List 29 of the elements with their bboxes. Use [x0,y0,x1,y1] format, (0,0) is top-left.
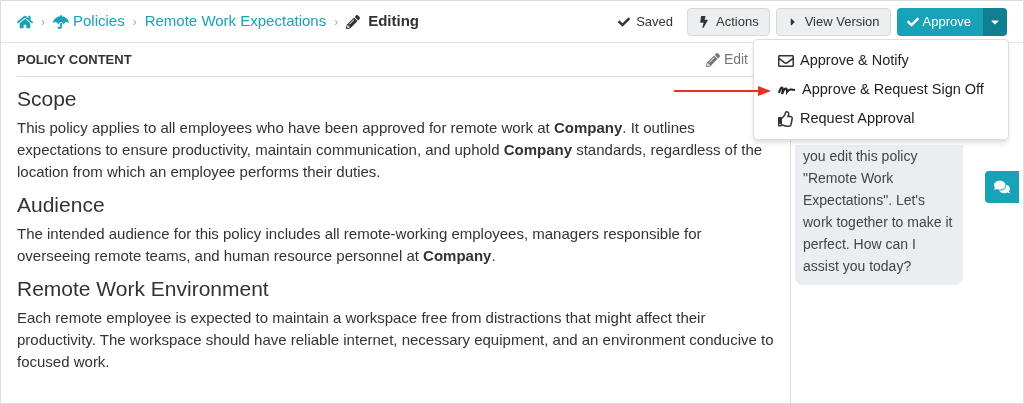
bolt-icon [698,15,710,28]
check-icon [618,15,631,28]
check-icon [906,15,919,28]
dropdown-toggle[interactable] [983,7,1007,36]
breadcrumb-separator: › [41,13,45,30]
pencil-icon [346,14,361,29]
chat-message: you edit this policy "Remote Work Expectations". Let's work together to make it perfect. How can I assist you today? [795,145,963,285]
thumbs-up-icon [778,110,794,127]
panel-title: POLICY CONTENT [17,50,132,69]
menu-item[interactable]: Approve & Request Sign Off [754,75,1008,104]
saved-status: Saved [636,12,673,31]
section-paragraph: Each remote employee is expected to maintain a workspace free from distractions that might affect their productivity. The workspace should have reliable internet, necessary equipment, and an environment conducive to focused work. [17,308,774,372]
breadcrumb-separator: › [132,13,137,30]
actions-button[interactable]: Actions [687,7,770,36]
section-paragraph: The intended audience for this policy includes all remote-working employees, managers responsible for overseeing remote teams, and human resource personnel at Company. [17,224,703,266]
menu-item[interactable]: Approve & Notify [754,46,1008,75]
umbrella-icon [53,13,69,30]
section-heading: Remote Work Environment [17,276,269,302]
home-icon[interactable] [17,13,33,30]
view-version-button[interactable]: View Version [775,7,891,36]
pencil-icon [705,52,720,67]
section-heading: Audience [17,192,105,218]
envelope-icon [778,52,794,69]
chat-icon [994,179,1010,195]
edit-link[interactable]: Edit [705,49,748,70]
chat-button[interactable] [985,171,1019,203]
section-heading: Scope [17,86,77,112]
breadcrumb-current: Editing [368,11,419,32]
breadcrumb-separator: › [334,13,339,30]
